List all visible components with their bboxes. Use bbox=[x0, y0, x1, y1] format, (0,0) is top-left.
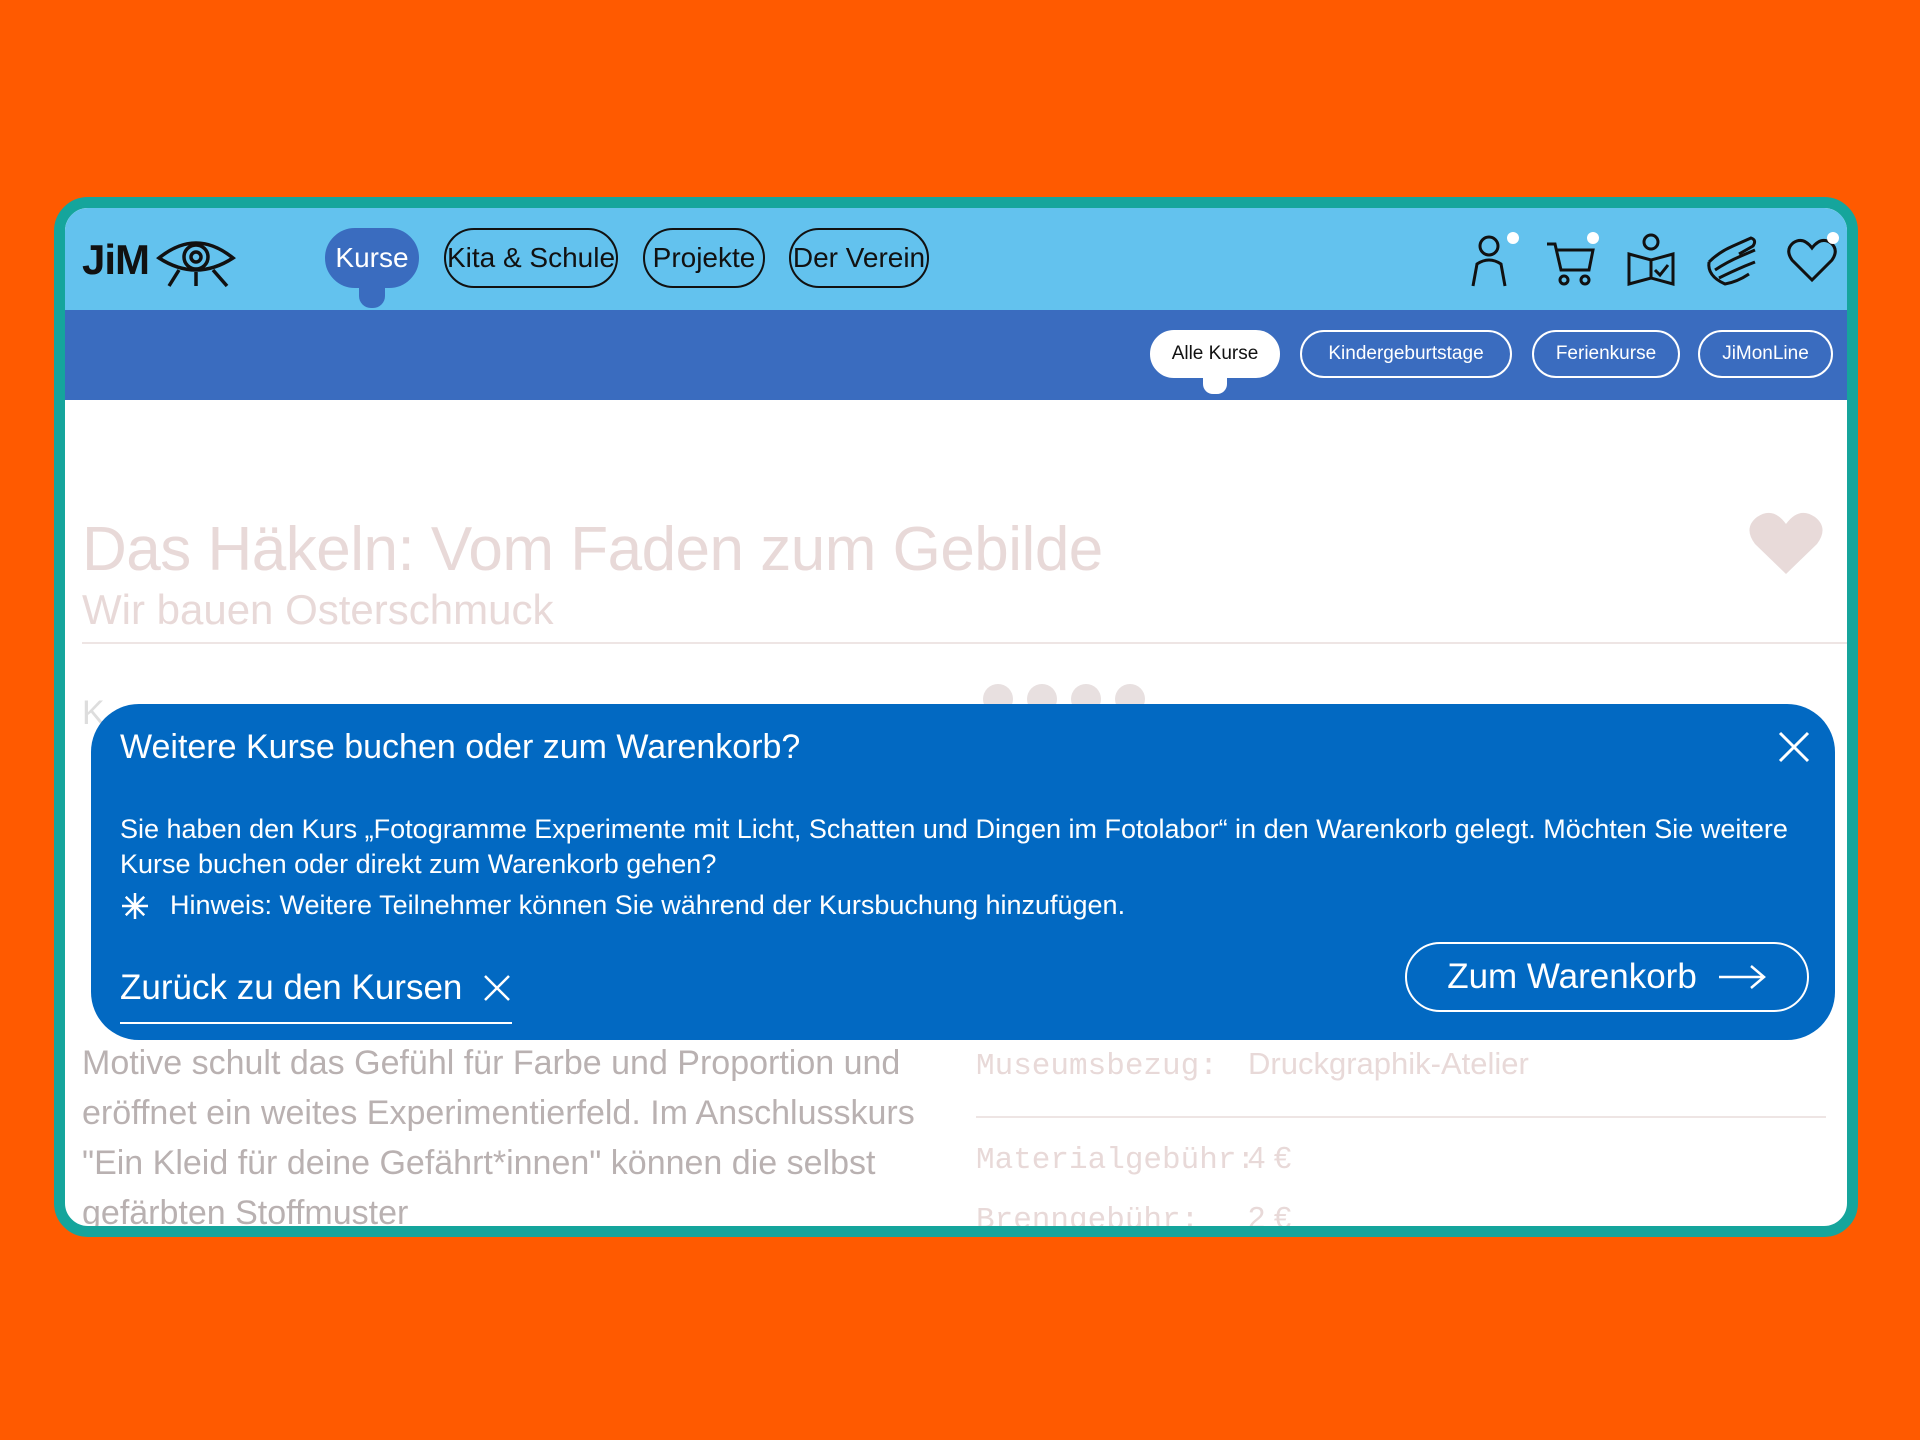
header-icons bbox=[1465, 232, 1839, 288]
subnav-jimonline[interactable]: JiMonLine bbox=[1698, 330, 1833, 378]
meta-key: Materialgebühr: bbox=[976, 1143, 1256, 1178]
meta-brenngebuehr: Brenngebühr: 2 € bbox=[976, 1200, 1291, 1237]
back-link-label: Zurück zu den Kursen bbox=[120, 968, 463, 1007]
meta-value: 4 € bbox=[1248, 1140, 1292, 1175]
hands-icon bbox=[1707, 236, 1757, 286]
book-button[interactable] bbox=[1625, 232, 1677, 288]
subnav-kindergeburtstage[interactable]: Kindergeburtstage bbox=[1300, 330, 1512, 378]
browser-frame: JiM Kurse Kita & Schule Projekte Der Ver… bbox=[54, 197, 1858, 1237]
course-description: Motive schult das Gefühl für Farbe und P… bbox=[82, 1044, 915, 1232]
user-icon bbox=[1471, 235, 1507, 287]
top-navigation: JiM Kurse Kita & Schule Projekte Der Ver… bbox=[65, 208, 1847, 310]
notification-dot bbox=[1587, 232, 1599, 244]
subnav-ferienkurse[interactable]: Ferienkurse bbox=[1532, 330, 1680, 378]
divider bbox=[82, 642, 1847, 644]
close-icon[interactable] bbox=[1775, 728, 1813, 766]
cart-dialog: Weitere Kurse buchen oder zum Warenkorb?… bbox=[91, 704, 1835, 1040]
sub-navigation: Alle Kurse Kindergeburtstage Ferienkurse… bbox=[65, 310, 1847, 400]
close-icon bbox=[484, 975, 511, 1001]
book-icon bbox=[1627, 233, 1675, 286]
notification-dot bbox=[1827, 232, 1839, 244]
logo-text: JiM bbox=[82, 236, 150, 283]
meta-value: Druckgraphik-Atelier bbox=[1248, 1046, 1529, 1081]
arrow-right-icon bbox=[1718, 965, 1766, 989]
divider bbox=[976, 1116, 1826, 1118]
course-subtitle: Wir bauen Osterschmuck bbox=[82, 586, 554, 633]
nav-kita-schule[interactable]: Kita & Schule bbox=[444, 228, 618, 288]
cart-button[interactable] bbox=[1545, 232, 1599, 288]
meta-value: 2 € bbox=[1248, 1200, 1292, 1235]
subnav-alle-kurse[interactable]: Alle Kurse bbox=[1150, 330, 1280, 378]
eye-logo-icon bbox=[156, 241, 236, 288]
meta-materialgebuehr: Materialgebühr: 4 € bbox=[976, 1140, 1291, 1178]
favorite-heart-icon[interactable] bbox=[1747, 510, 1825, 581]
hint-text: Hinweis: Weitere Teilnehmer können Sie w… bbox=[170, 890, 1126, 920]
course-title: Das Häkeln: Vom Faden zum Gebilde bbox=[82, 515, 1103, 584]
meta-key: Museumsbezug: bbox=[976, 1049, 1218, 1084]
cart-button-label: Zum Warenkorb bbox=[1447, 957, 1697, 996]
notification-dot bbox=[1507, 232, 1519, 244]
dialog-title: Weitere Kurse buchen oder zum Warenkorb? bbox=[120, 728, 801, 766]
helping-hands-button[interactable] bbox=[1705, 232, 1757, 288]
nav-kurse[interactable]: Kurse bbox=[325, 228, 419, 288]
back-to-courses-link[interactable]: Zurück zu den Kursen bbox=[120, 968, 513, 1024]
nav-projekte[interactable]: Projekte bbox=[643, 228, 765, 288]
nav-der-verein[interactable]: Der Verein bbox=[789, 228, 929, 288]
dialog-message: Sie haben den Kurs „Fotogramme Experimen… bbox=[120, 814, 1788, 879]
logo[interactable]: JiM bbox=[82, 232, 237, 288]
meta-museumsbezug: Museumsbezug: Druckgraphik-Atelier bbox=[976, 1046, 1529, 1084]
asterisk-icon bbox=[122, 892, 148, 919]
favorites-button[interactable] bbox=[1785, 232, 1839, 288]
account-button[interactable] bbox=[1465, 232, 1519, 288]
meta-key: Brenngebühr: bbox=[976, 1203, 1200, 1237]
dialog-hint: Hinweis: Weitere Teilnehmer können Sie w… bbox=[120, 890, 1125, 921]
go-to-cart-button[interactable]: Zum Warenkorb bbox=[1405, 942, 1809, 1012]
